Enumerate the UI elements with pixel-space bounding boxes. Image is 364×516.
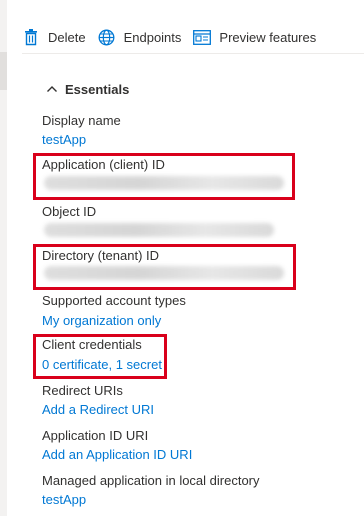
application-id-uri-label: Application ID URI bbox=[42, 428, 149, 443]
redirect-uris-link[interactable]: Add a Redirect URI bbox=[42, 402, 154, 417]
endpoints-label: Endpoints bbox=[123, 29, 182, 45]
object-id-value-redacted bbox=[44, 223, 274, 237]
managed-application-link[interactable]: testApp bbox=[42, 492, 86, 507]
account-types-link[interactable]: My organization only bbox=[42, 313, 161, 328]
command-bar: Delete Endpoints Preview features bbox=[22, 20, 364, 54]
application-id-uri-link[interactable]: Add an Application ID URI bbox=[42, 447, 192, 462]
redirect-uris-label: Redirect URIs bbox=[42, 383, 123, 398]
tenant-id-highlight bbox=[33, 244, 296, 290]
essentials-section: Essentials bbox=[42, 76, 352, 102]
toolbar-divider bbox=[22, 53, 364, 54]
delete-button[interactable]: Delete bbox=[22, 22, 86, 52]
account-types-label: Supported account types bbox=[42, 293, 186, 308]
delete-label: Delete bbox=[48, 29, 86, 45]
chevron-up-icon bbox=[47, 86, 57, 92]
managed-application-label: Managed application in local directory bbox=[42, 473, 260, 488]
application-id-highlight bbox=[33, 153, 295, 200]
client-credentials-highlight bbox=[33, 334, 167, 379]
preview-features-label: Preview features bbox=[219, 29, 317, 45]
object-id-label: Object ID bbox=[42, 204, 97, 219]
essentials-toggle[interactable]: Essentials bbox=[46, 76, 352, 102]
essentials-label: Essentials bbox=[65, 81, 130, 97]
globe-icon bbox=[98, 28, 116, 46]
preview-window-icon bbox=[193, 28, 212, 46]
endpoints-button[interactable]: Endpoints bbox=[98, 22, 182, 52]
trash-icon bbox=[22, 28, 40, 46]
preview-features-button[interactable]: Preview features bbox=[193, 22, 316, 52]
left-rail bbox=[0, 0, 7, 516]
display-name-label: Display name bbox=[42, 113, 121, 128]
display-name-link[interactable]: testApp bbox=[42, 132, 86, 147]
left-rail-notch bbox=[0, 52, 7, 90]
